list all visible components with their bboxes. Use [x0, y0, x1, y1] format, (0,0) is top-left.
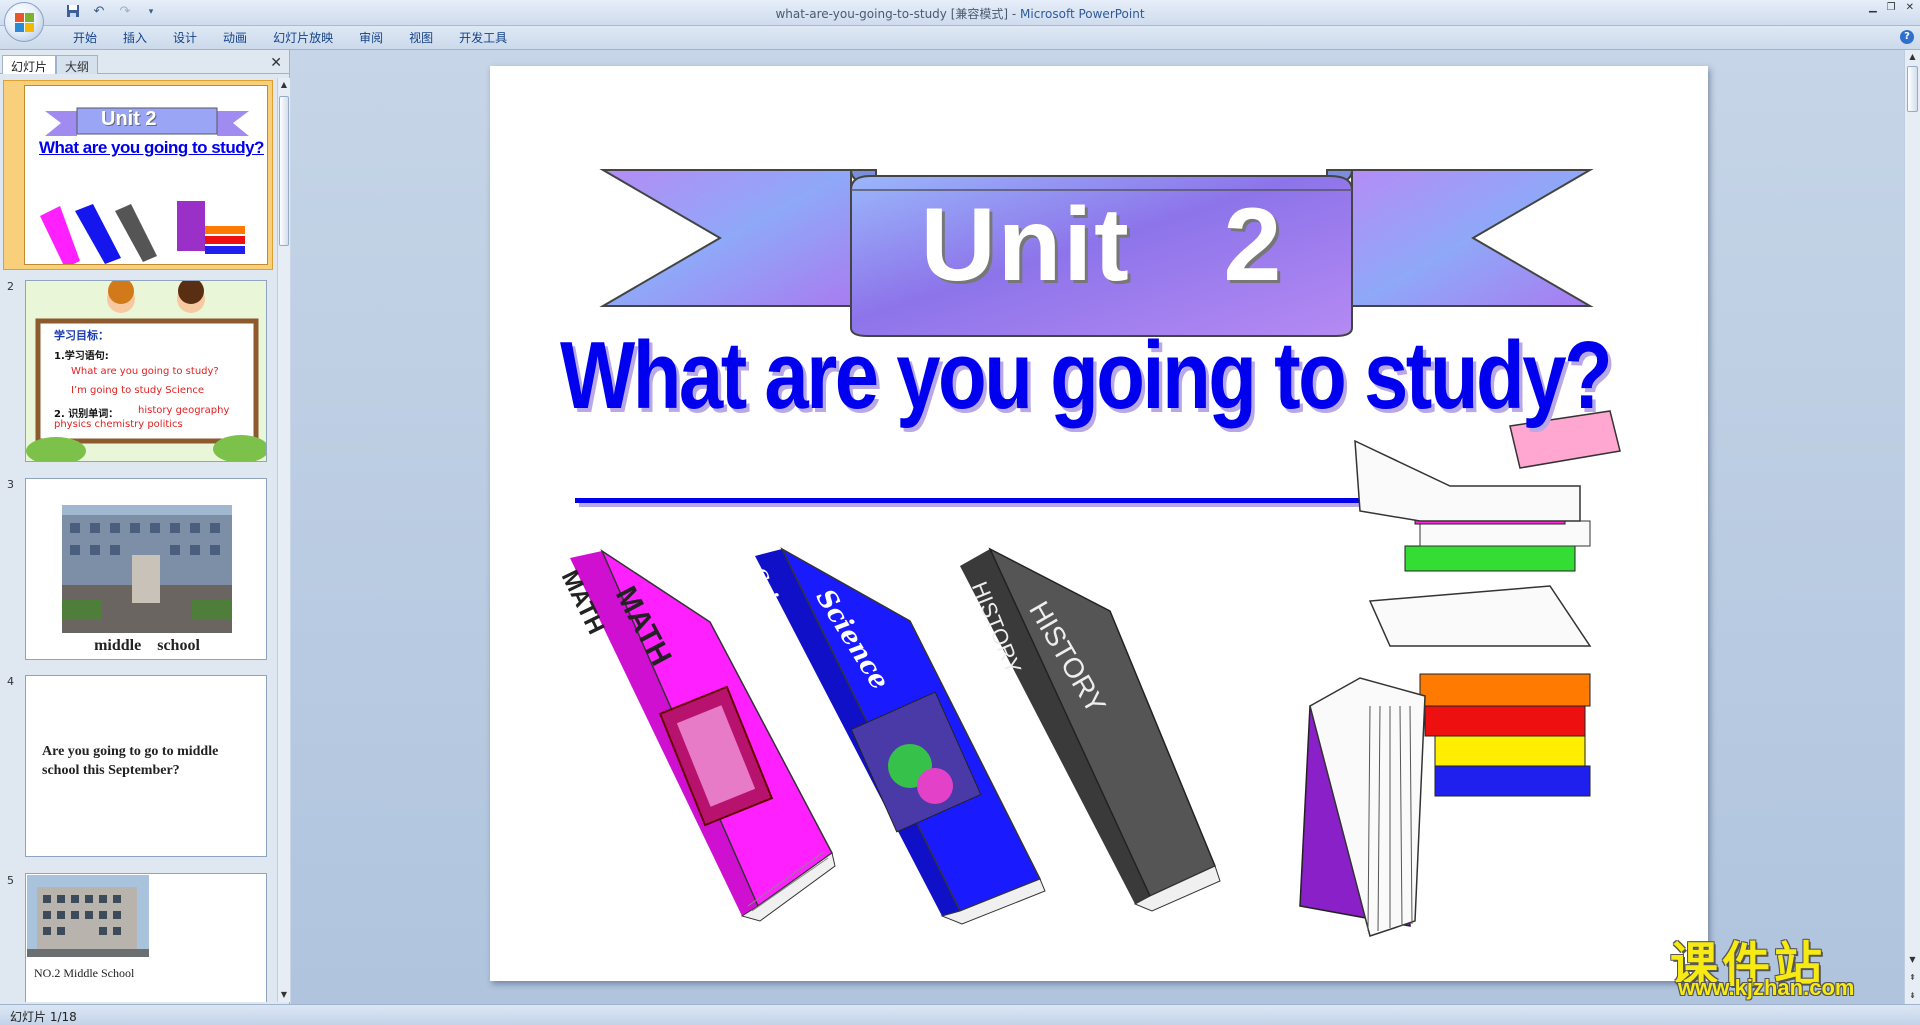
- thumb-caption: middle school: [94, 637, 200, 654]
- office-logo-icon: [15, 13, 35, 33]
- slides-pane: 幻灯片 大纲 ✕ 1 ✩ Unit 2: [0, 50, 290, 1004]
- school-photo: [62, 505, 232, 633]
- title-file: what-are-you-going-to-study [兼容模式]: [775, 7, 1009, 21]
- scroll-up-icon[interactable]: ▲: [278, 78, 290, 92]
- slide-thumbnail-5[interactable]: NO.2 Middle School: [25, 873, 267, 1002]
- slide-thumbnail-2[interactable]: 学习目标： 1.学习语句: What are you going to stud…: [25, 280, 267, 462]
- slide-thumbnail-3[interactable]: middle school: [25, 478, 267, 660]
- pane-tabs: 幻灯片 大纲 ✕: [0, 52, 290, 74]
- close-icon[interactable]: ✕: [1906, 2, 1914, 13]
- scroll-thumb[interactable]: [279, 96, 289, 246]
- next-slide-icon[interactable]: ⇟: [1905, 991, 1920, 1000]
- tab-slides[interactable]: 幻灯片: [2, 55, 57, 74]
- slide-number: 4: [7, 675, 14, 688]
- slide-number: 3: [7, 478, 14, 491]
- unit-label: Unit 2: [920, 187, 1284, 303]
- previous-slide-icon[interactable]: ⇞: [1905, 973, 1920, 982]
- slide-thumbnails: 1 ✩ Unit 2 What are you going to study?: [0, 78, 276, 1002]
- thumb-line: physics chemistry politics: [54, 419, 183, 430]
- slide-editor: Unit 2 What are you going to study? MATH…: [291, 50, 1904, 1004]
- current-slide[interactable]: Unit 2 What are you going to study? MATH…: [490, 66, 1708, 981]
- thumb-unit-label: Unit 2: [101, 108, 157, 130]
- slide-thumbnail-4[interactable]: Are you going to go to middle school thi…: [25, 675, 267, 857]
- tab-home[interactable]: 开始: [60, 30, 110, 46]
- tab-insert[interactable]: 插入: [110, 30, 160, 46]
- watermark-logo: 课件站 www.kjzhan.com: [1670, 925, 1870, 1005]
- thumb-line: 1.学习语句:: [54, 351, 109, 362]
- ribbon-tabs: 开始 插入 设计 动画 幻灯片放映 审阅 视图 开发工具: [60, 30, 520, 46]
- tab-slideshow[interactable]: 幻灯片放映: [260, 30, 346, 46]
- slide-thumbnail-1[interactable]: Unit 2 What are you going to study?: [3, 80, 273, 270]
- title-separator: -: [1008, 7, 1021, 21]
- window-title: what-are-you-going-to-study [兼容模式] - Mic…: [0, 5, 1920, 22]
- thumb-line: I’m going to study Science: [71, 385, 205, 396]
- tab-view[interactable]: 视图: [396, 30, 446, 46]
- help-icon[interactable]: ?: [1900, 30, 1914, 44]
- thumb-line: history geography: [138, 405, 230, 416]
- thumb-line: 2. 识别单词：: [54, 409, 119, 420]
- slide-number: 5: [7, 874, 14, 887]
- editor-scrollbar[interactable]: ▲ ▼ ⇞ ⇟: [1904, 50, 1920, 1004]
- thumb-line: What are you going to study?: [71, 366, 219, 377]
- scroll-up-icon[interactable]: ▲: [1905, 52, 1920, 61]
- close-icon[interactable]: ✕: [270, 55, 282, 71]
- scroll-down-icon[interactable]: ▼: [278, 988, 290, 1002]
- ribbon: 开始 插入 设计 动画 幻灯片放映 审阅 视图 开发工具 ?: [0, 26, 1920, 50]
- slide-title: What are you going to study?: [560, 322, 1613, 429]
- tab-design[interactable]: 设计: [160, 30, 210, 46]
- watermark-url: www.kjzhan.com: [1678, 975, 1855, 1000]
- slide-counter: 幻灯片 1/18: [10, 1010, 77, 1024]
- tab-developer[interactable]: 开发工具: [446, 30, 520, 46]
- building-photo: [27, 875, 149, 957]
- slide-thumbnail-content: Unit 2 What are you going to study?: [24, 85, 268, 265]
- thumbnails-scrollbar[interactable]: ▲ ▼: [277, 78, 290, 1002]
- scroll-down-icon[interactable]: ▼: [1905, 955, 1920, 964]
- scroll-thumb[interactable]: [1907, 66, 1918, 112]
- status-bar: 幻灯片 1/18: [0, 1004, 1920, 1025]
- title-app: Microsoft PowerPoint: [1020, 7, 1145, 21]
- title-bar: ↶ ↷ ▾ what-are-you-going-to-study [兼容模式]…: [0, 0, 1920, 42]
- thumb-caption: NO.2 Middle School: [34, 966, 135, 980]
- thumb-heading: 学习目标：: [54, 329, 109, 342]
- minimize-icon[interactable]: ▁: [1869, 2, 1877, 13]
- window-controls: ▁ ❐ ✕: [1869, 2, 1914, 13]
- thumb-title: What are you going to study?: [39, 138, 264, 157]
- restore-icon[interactable]: ❐: [1887, 2, 1896, 13]
- office-button[interactable]: [4, 2, 44, 42]
- tab-review[interactable]: 审阅: [346, 30, 396, 46]
- book-stack: [1299, 410, 1621, 937]
- tab-outline[interactable]: 大纲: [56, 55, 99, 74]
- slide-number: 2: [7, 280, 14, 293]
- tab-animations[interactable]: 动画: [210, 30, 260, 46]
- thumb-text: Are you going to go to middle school thi…: [42, 744, 219, 778]
